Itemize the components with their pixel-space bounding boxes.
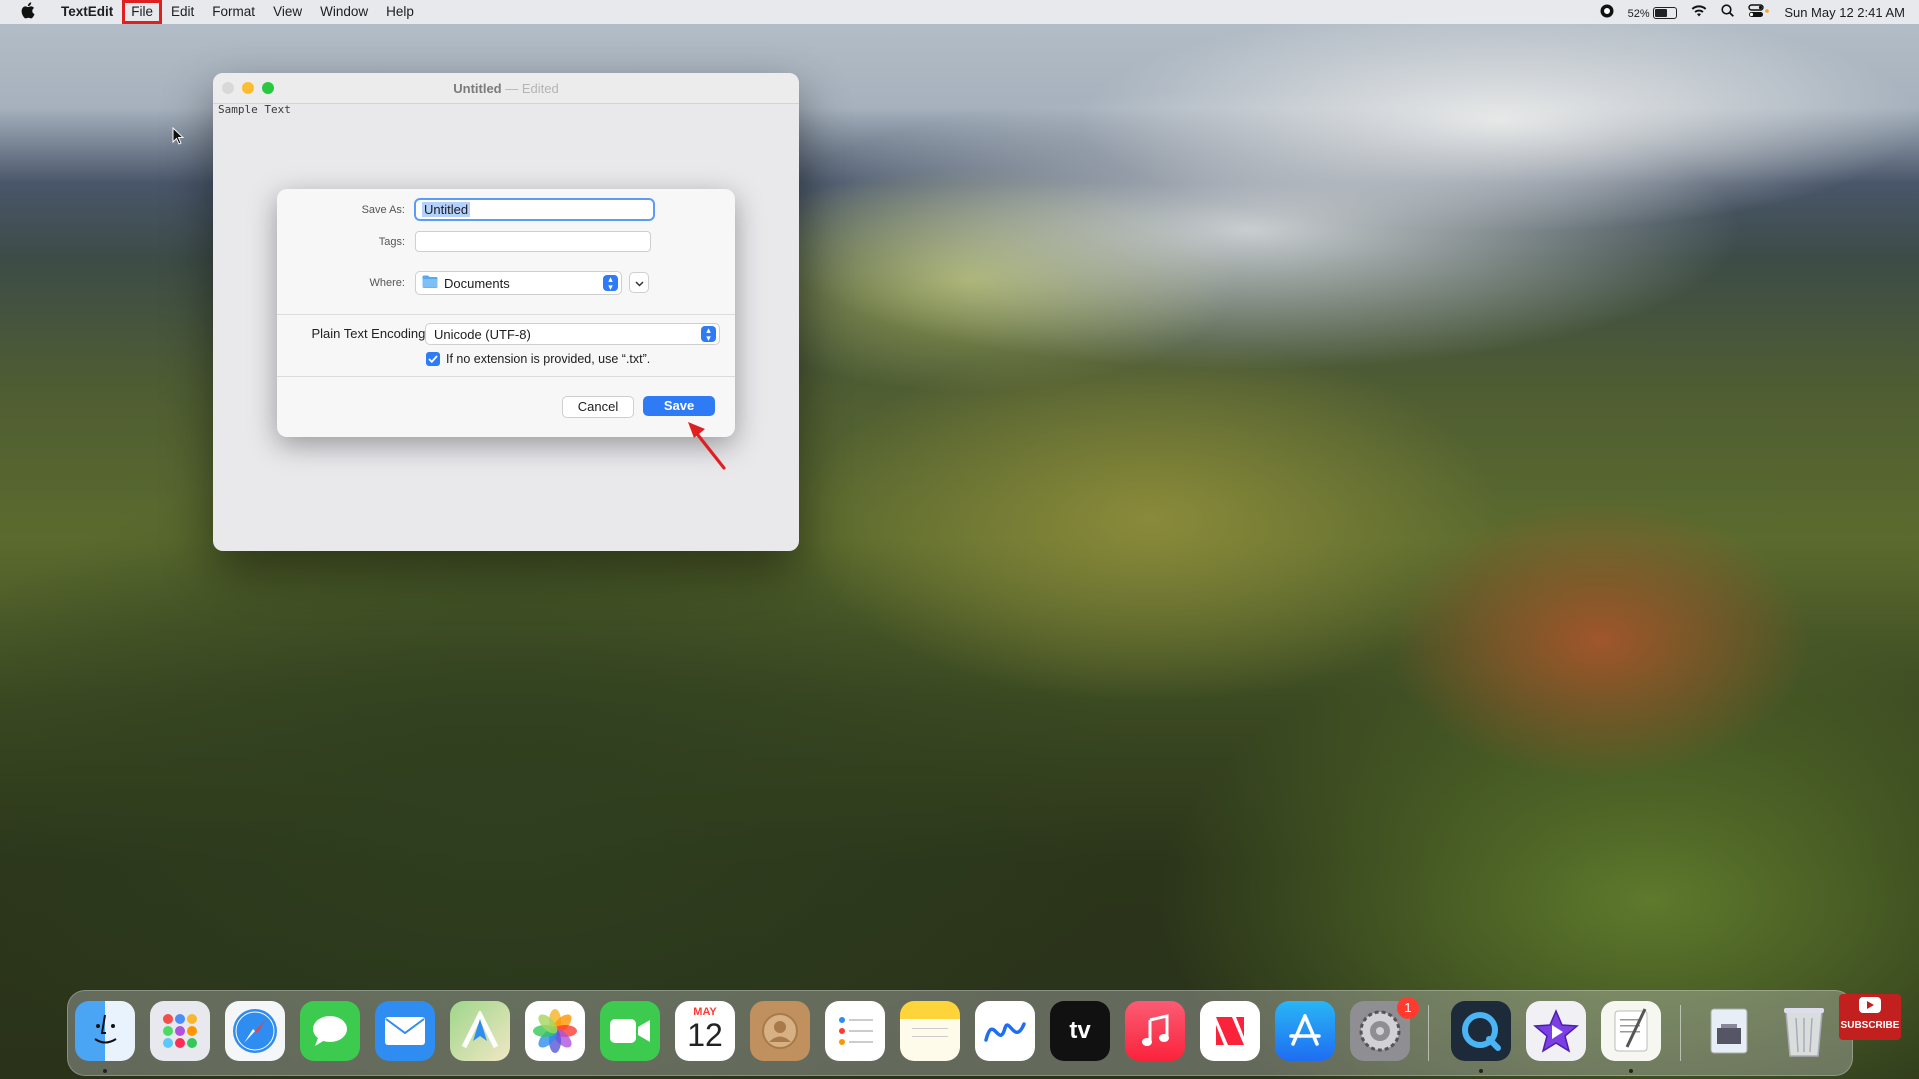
chevron-down-icon <box>634 275 644 290</box>
save-as-label: Save As: <box>361 204 405 216</box>
messages-icon[interactable] <box>300 1001 360 1061</box>
textedit-icon[interactable] <box>1601 1001 1661 1061</box>
running-indicator <box>103 1069 107 1073</box>
checkbox[interactable] <box>426 352 440 366</box>
mouse-pointer-icon <box>172 126 185 148</box>
apple-menu-icon[interactable] <box>20 1 36 23</box>
dock-separator <box>1428 1005 1429 1061</box>
maps-icon[interactable] <box>450 1001 510 1061</box>
extension-checkbox-label: If no extension is provided, use “.txt”. <box>446 352 651 366</box>
play-icon <box>1839 997 1901 1016</box>
where-value: Documents <box>444 275 510 291</box>
title-separator: — <box>505 81 519 96</box>
encoding-popup[interactable]: Unicode (UTF-8) ▴ ▾ <box>425 323 720 345</box>
music-icon[interactable] <box>1125 1001 1185 1061</box>
launchpad-icon[interactable] <box>150 1001 210 1061</box>
calendar-day: 12 <box>687 1017 723 1053</box>
menu-view[interactable]: View <box>264 0 311 24</box>
tags-label: Tags: <box>378 236 405 248</box>
menu-format[interactable]: Format <box>203 0 264 24</box>
subscribe-watermark: SUBSCRIBE <box>1839 994 1901 1040</box>
tags-field[interactable] <box>415 231 651 252</box>
apple-tv-icon[interactable]: tv <box>1050 1001 1110 1061</box>
save-as-field[interactable]: Untitled <box>414 198 655 221</box>
divider <box>277 314 735 315</box>
folder-icon <box>422 275 438 291</box>
mail-icon[interactable] <box>375 1001 435 1061</box>
dock-separator <box>1680 1005 1681 1061</box>
screen-record-icon[interactable] <box>1600 4 1614 21</box>
document-content[interactable]: Sample Text <box>218 103 291 116</box>
annotation-arrow-icon <box>684 418 728 475</box>
running-indicator <box>1479 1069 1483 1073</box>
document-name: Untitled <box>453 81 502 96</box>
app-store-icon[interactable] <box>1275 1001 1335 1061</box>
encoding-label: Plain Text Encoding: <box>311 326 429 341</box>
trash-icon[interactable] <box>1774 1001 1834 1061</box>
finder-icon[interactable] <box>75 1001 135 1061</box>
photos-icon[interactable] <box>525 1001 585 1061</box>
tv-label: tv <box>1069 1017 1091 1044</box>
expand-dialog-button[interactable] <box>629 272 649 293</box>
menu-bar: TextEdit File Edit Format View Window He… <box>0 0 1919 24</box>
menu-file[interactable]: File <box>122 0 163 24</box>
facetime-icon[interactable] <box>600 1001 660 1061</box>
preview-icon[interactable] <box>1699 1001 1759 1061</box>
menu-app-name[interactable]: TextEdit <box>52 0 122 24</box>
control-center-icon[interactable] <box>1748 3 1770 21</box>
news-icon[interactable] <box>1200 1001 1260 1061</box>
popup-stepper-icon: ▴ ▾ <box>701 326 716 343</box>
contacts-icon[interactable] <box>750 1001 810 1061</box>
popup-stepper-icon: ▴ ▾ <box>603 275 618 292</box>
calendar-icon[interactable]: MAY 12 <box>675 1001 735 1061</box>
menu-help[interactable]: Help <box>377 0 423 24</box>
subscribe-label: SUBSCRIBE <box>1840 1020 1900 1031</box>
battery-percent: 52% <box>1627 7 1650 20</box>
where-label: Where: <box>369 277 405 289</box>
freeform-icon[interactable] <box>975 1001 1035 1061</box>
imovie-icon[interactable] <box>1526 1001 1586 1061</box>
encoding-value: Unicode (UTF-8) <box>434 326 531 342</box>
menu-edit[interactable]: Edit <box>162 0 203 24</box>
edited-label: Edited <box>521 81 559 96</box>
save-button[interactable]: Save <box>643 396 715 416</box>
notes-icon[interactable] <box>900 1001 960 1061</box>
save-as-value: Untitled <box>422 202 471 217</box>
battery-icon <box>1653 7 1678 20</box>
status-area: 52% Sun May 12 2:41 AM <box>1600 0 1905 24</box>
running-indicator <box>1629 1069 1633 1073</box>
reminders-icon[interactable] <box>825 1001 885 1061</box>
cancel-button[interactable]: Cancel <box>562 396 634 418</box>
save-dialog: Save As: Untitled Tags: Where: Documents… <box>277 189 735 437</box>
settings-badge: 1 <box>1397 997 1419 1019</box>
quicktime-icon[interactable] <box>1451 1001 1511 1061</box>
battery-status[interactable]: 52% <box>1628 5 1678 20</box>
window-title: Untitled — Edited <box>213 81 799 96</box>
safari-icon[interactable] <box>225 1001 285 1061</box>
divider <box>277 376 735 377</box>
spotlight-search-icon[interactable] <box>1721 4 1735 20</box>
extension-checkbox-row[interactable]: If no extension is provided, use “.txt”. <box>426 352 650 366</box>
wifi-icon[interactable] <box>1691 4 1707 20</box>
dock: MAY 12 tv 1 <box>67 990 1853 1076</box>
where-popup[interactable]: Documents ▴ ▾ <box>415 271 622 295</box>
clock[interactable]: Sun May 12 2:41 AM <box>1784 5 1905 20</box>
menu-window[interactable]: Window <box>311 0 377 24</box>
window-titlebar[interactable]: Untitled — Edited <box>213 73 799 104</box>
